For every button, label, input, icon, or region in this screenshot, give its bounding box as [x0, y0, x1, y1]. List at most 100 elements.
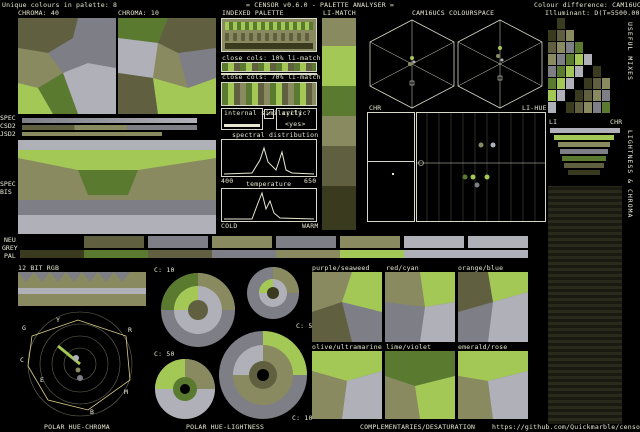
chr2-label: CHR — [610, 118, 623, 126]
mix-swatch — [566, 54, 574, 65]
cyclic-label: cyclic? — [282, 109, 311, 117]
spec-csd2-label: CSD2 — [0, 122, 16, 130]
credit-link[interactable]: https://github.com/Quickmarble/censor — [492, 423, 640, 431]
mix-swatch — [602, 102, 610, 113]
pal-label: PAL — [4, 252, 16, 260]
lightness-chroma-label: LIGHTNESS & CHROMA — [626, 130, 634, 219]
mix-orange-blue — [458, 272, 528, 342]
spectral-chart — [221, 139, 317, 177]
rgb12-label: 12 BIT RGB — [18, 264, 60, 272]
close-cols-70-swatches — [221, 82, 317, 106]
mix-swatch — [575, 66, 583, 77]
mix-swatch — [575, 90, 583, 101]
chroma-40-label: CHROMA: 40 — [18, 9, 60, 17]
similarity-bar — [224, 124, 260, 127]
mix-swatch — [557, 54, 565, 65]
chr-plot — [367, 112, 415, 222]
close-cols-10-label: close cols: 10% li-match — [222, 54, 321, 62]
indexed-palette-label: INDEXED PALETTE — [222, 9, 284, 17]
app-title: = CENSOR v0.6.0 - PALETTE ANALYSER = — [246, 1, 395, 9]
mix-swatch — [548, 42, 556, 53]
spec-bar-1 — [22, 118, 197, 123]
neutral-grey-strip — [84, 236, 528, 248]
polar-hue-lightness-label: POLAR HUE-LIGHTNESS — [186, 423, 265, 431]
spec-bis-label: BIS — [0, 188, 12, 196]
mix-swatch — [566, 30, 574, 41]
cyclic-checkbox[interactable]: ✓ — [264, 109, 274, 119]
mix-swatch — [584, 90, 592, 101]
olive-ultramarine-label: olive/ultramarine — [312, 343, 382, 351]
c50b-label: C: 50 — [154, 350, 175, 358]
wl-min: 400 — [221, 177, 234, 185]
mix-swatch — [584, 54, 592, 65]
complementaries-label: COMPLEMENTARIES/DESATURATION — [360, 423, 476, 431]
li-hue-plot — [416, 112, 546, 222]
temperature-label: temperature — [246, 180, 292, 188]
mix-swatch — [566, 42, 574, 53]
cold-label: COLD — [221, 222, 238, 230]
c10b-label: C: 10 — [292, 414, 313, 422]
spec-label: SPEC — [0, 114, 16, 122]
temperature-chart — [221, 188, 317, 222]
mix-emerald-rose — [458, 351, 528, 419]
mix-lime-violet — [385, 351, 455, 419]
chroma-40-map — [18, 18, 116, 114]
mix-swatch — [566, 90, 574, 101]
rgb12-map — [18, 272, 146, 306]
li-label: LI — [549, 118, 558, 126]
chroma-10-map — [118, 18, 216, 114]
unique-colours-count: Unique colours in palette: 8 — [2, 1, 118, 9]
polar-m: M — [124, 388, 128, 396]
mix-swatch — [593, 102, 601, 113]
indexed-palette — [221, 18, 317, 52]
mix-swatch — [557, 30, 565, 41]
spec-jsd2-label: JSD2 — [0, 130, 16, 138]
li-hue-label: LI-HUE — [522, 104, 547, 112]
spec-bar-2 — [22, 125, 197, 130]
cyclic-value: <yes> — [285, 120, 306, 128]
neu-label: NEU — [4, 236, 16, 244]
chroma-10-label: CHROMA: 10 — [118, 9, 160, 17]
polar-b: B — [90, 408, 94, 416]
mix-swatch — [548, 54, 556, 65]
spectral-map — [18, 140, 216, 234]
mix-swatch — [557, 78, 565, 89]
illuminant-label: Illuminant: D(T=5500.00°K) — [545, 9, 640, 17]
mix-swatch — [593, 90, 601, 101]
mix-swatch — [566, 102, 574, 113]
mix-swatch — [557, 66, 565, 77]
mix-swatch — [593, 66, 601, 77]
polar-g: G — [22, 324, 26, 332]
spec-bar-3 — [22, 132, 162, 136]
mix-swatch — [566, 78, 574, 89]
mix-swatch — [602, 90, 610, 101]
spectral-label: spectral distribution — [232, 131, 319, 139]
mix-red-cyan — [385, 272, 455, 342]
useful-mixes-grid — [548, 18, 610, 113]
polar-hue-chroma-label: POLAR HUE-CHROMA — [44, 423, 110, 431]
chr-label: CHR — [369, 104, 382, 112]
lime-violet-label: lime/violet — [386, 343, 432, 351]
wl-max: 650 — [304, 177, 317, 185]
mix-swatch — [548, 66, 556, 77]
mix-swatch — [584, 102, 592, 113]
polar-y: Y — [56, 316, 60, 324]
red-cyan-label: red/cyan — [386, 264, 419, 272]
polar-hue-chroma — [27, 311, 133, 417]
purple-seaweed-label: purple/seaweed — [312, 264, 370, 272]
mix-swatch — [548, 90, 556, 101]
hue-lightness-c50b — [155, 359, 215, 419]
mix-swatch — [584, 66, 592, 77]
warm-label: WARM — [302, 222, 319, 230]
mix-swatch — [593, 78, 601, 89]
mix-swatch — [557, 42, 565, 53]
mix-swatch — [557, 102, 565, 113]
colour-difference-label: Colour difference: CAM16UCS — [534, 1, 640, 9]
hue-lightness-c50a — [247, 267, 299, 319]
colourspace-view — [369, 19, 543, 109]
close-cols-70-label: close cols: 70% li-match — [222, 73, 321, 81]
mix-swatch — [548, 30, 556, 41]
mix-swatch — [566, 66, 574, 77]
mix-swatch — [575, 42, 583, 53]
mix-swatch — [584, 78, 592, 89]
